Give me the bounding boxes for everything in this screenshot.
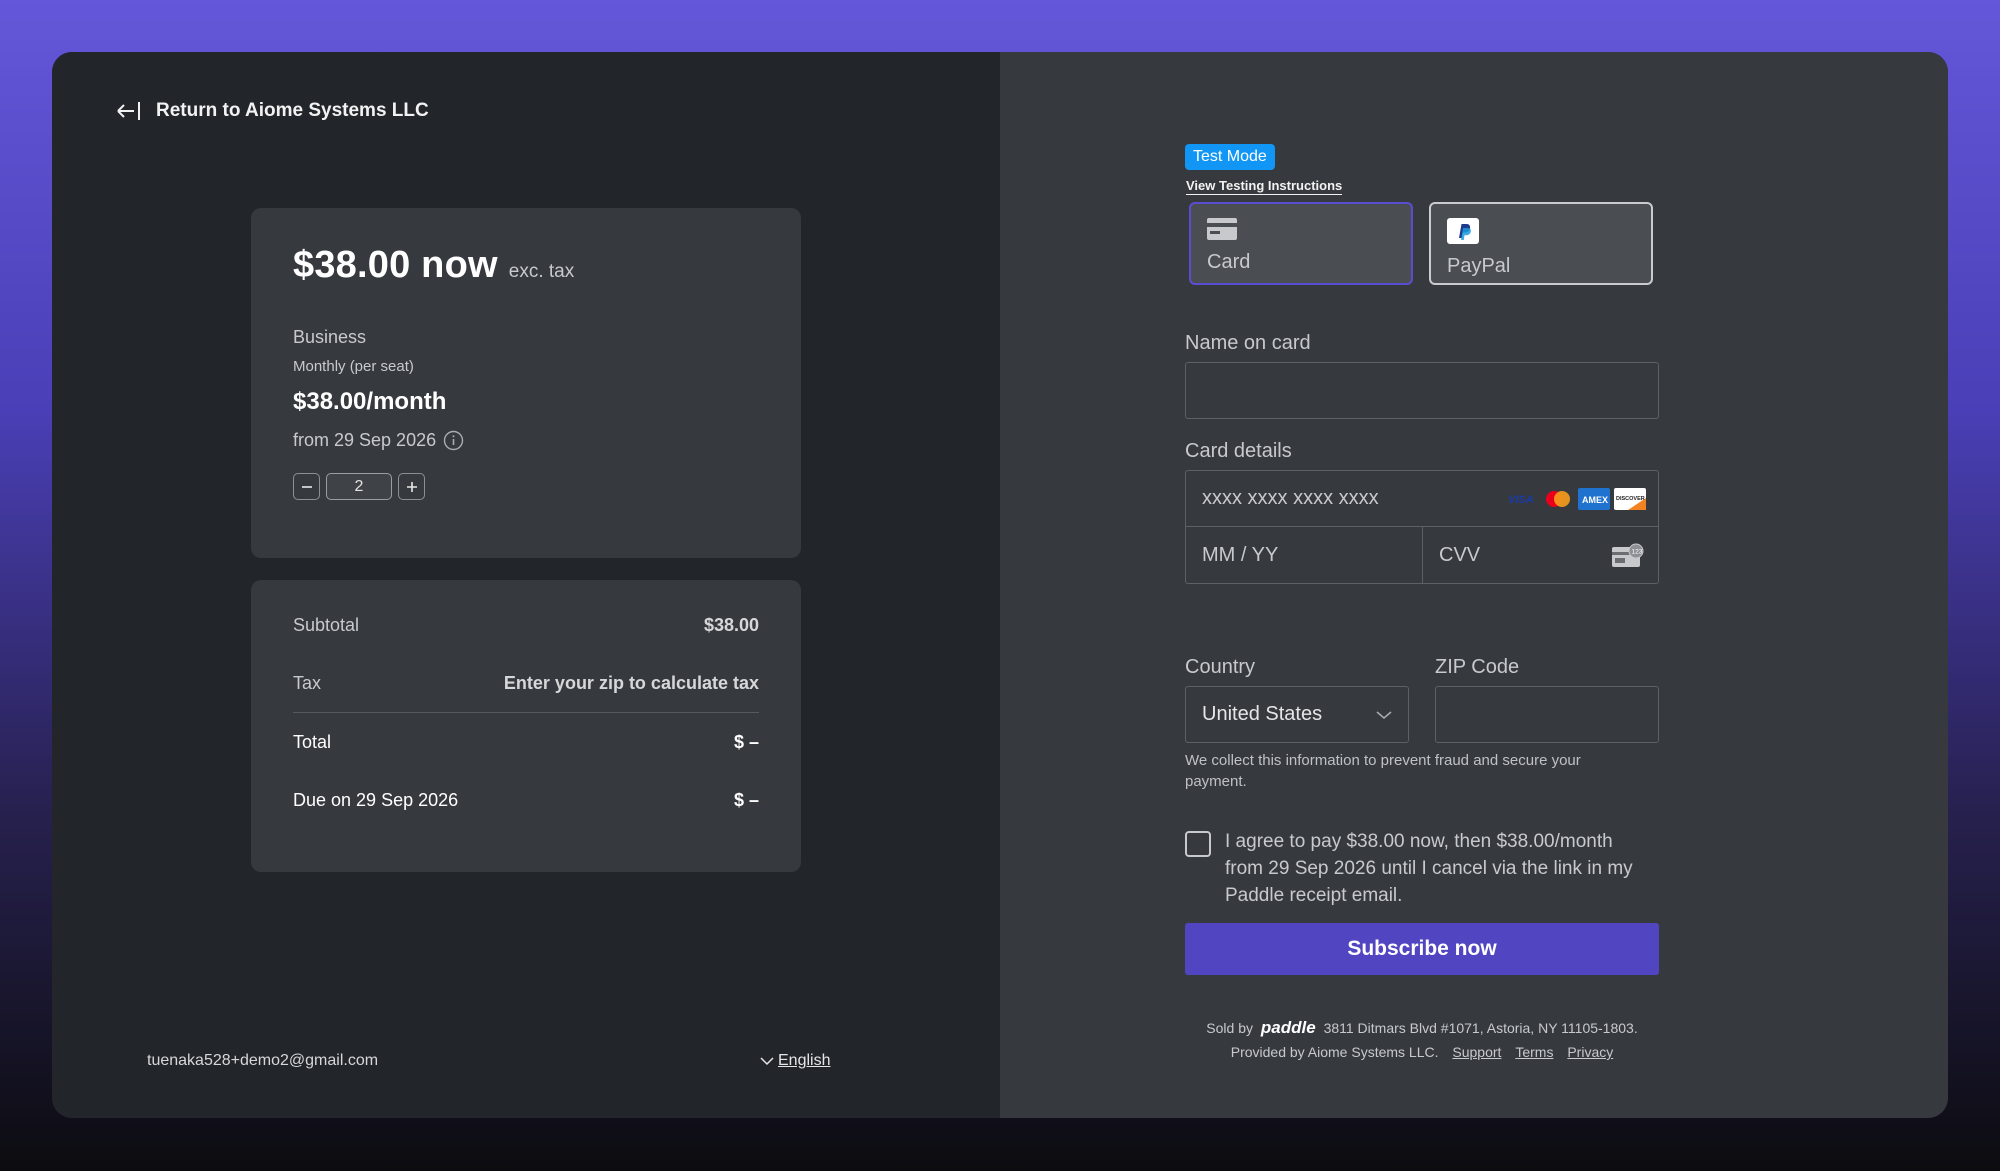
return-label: Return to Aiome Systems LLC bbox=[156, 100, 429, 121]
svg-text:DISCOVER: DISCOVER bbox=[1616, 496, 1645, 502]
amex-icon: AMEX bbox=[1578, 487, 1610, 510]
discover-icon: DISCOVER bbox=[1614, 487, 1646, 510]
fraud-note: We collect this information to prevent f… bbox=[1185, 752, 1581, 790]
seller-address: 3811 Ditmars Blvd #1071, Astoria, NY 111… bbox=[1323, 1020, 1638, 1036]
due-row: Due on 29 Sep 2026 $ – bbox=[293, 785, 759, 815]
testing-instructions-link[interactable]: View Testing Instructions bbox=[1186, 178, 1343, 195]
order-summary-pane: Return to Aiome Systems LLC $38.00 now e… bbox=[52, 52, 1000, 1118]
tax-value: Enter your zip to calculate tax bbox=[503, 672, 759, 693]
customer-email: tuenaka528+demo2@gmail.com bbox=[147, 1052, 379, 1069]
agree-checkbox[interactable] bbox=[1185, 831, 1211, 857]
expiry-input[interactable]: MM / YY bbox=[1186, 527, 1423, 584]
decrease-quantity-button[interactable] bbox=[293, 473, 320, 500]
paddle-logo: paddle bbox=[1260, 1018, 1316, 1037]
support-link[interactable]: Support bbox=[1452, 1044, 1501, 1060]
return-link[interactable]: Return to Aiome Systems LLC bbox=[116, 100, 429, 122]
credit-card-icon bbox=[1207, 218, 1237, 240]
checkout-frame: Return to Aiome Systems LLC $38.00 now e… bbox=[52, 52, 1948, 1118]
card-secondary-row: MM / YY CVV 123 bbox=[1186, 527, 1658, 584]
increase-quantity-button[interactable] bbox=[398, 473, 425, 500]
provided-by: Provided by Aiome Systems LLC. bbox=[1230, 1044, 1439, 1060]
visa-icon: VISA bbox=[1508, 494, 1534, 506]
plan-price: $38.00/month bbox=[293, 388, 447, 415]
zip-label: ZIP Code bbox=[1435, 656, 1520, 678]
due-value: $ – bbox=[733, 789, 759, 810]
expiry-placeholder: MM / YY bbox=[1202, 544, 1279, 566]
paypal-payment-option[interactable]: PayPal bbox=[1429, 202, 1653, 285]
price-line: $38.00 now exc. tax bbox=[293, 244, 759, 287]
card-brands: VISA AMEX DISCOVER bbox=[1506, 487, 1646, 510]
seller-info: Sold by paddle 3811 Ditmars Blvd #1071, … bbox=[1185, 1016, 1659, 1064]
test-mode-badge: Test Mode bbox=[1185, 144, 1275, 170]
info-icon[interactable] bbox=[443, 430, 464, 451]
total-label: Total bbox=[293, 731, 332, 752]
card-details-group: xxxx xxxx xxxx xxxx VISA AMEX DISCOVER M… bbox=[1185, 470, 1659, 584]
card-number-input[interactable]: xxxx xxxx xxxx xxxx VISA AMEX DISCOVER bbox=[1186, 471, 1658, 527]
back-arrow-icon bbox=[117, 102, 140, 120]
plan-name: Business bbox=[293, 327, 367, 347]
name-on-card-input[interactable] bbox=[1185, 362, 1659, 419]
chevron-down-icon bbox=[1376, 710, 1392, 719]
subtotal-row: Subtotal $38.00 bbox=[293, 610, 759, 640]
plus-icon bbox=[406, 481, 417, 492]
quantity-stepper bbox=[293, 473, 759, 500]
paypal-option-label: PayPal bbox=[1447, 255, 1511, 277]
card-payment-option[interactable]: Card bbox=[1189, 202, 1413, 285]
payment-pane: Test Mode View Testing Instructions Card… bbox=[1000, 52, 1948, 1118]
language-selector[interactable]: English bbox=[760, 1052, 830, 1070]
plan-from-label: from 29 Sep 2026 bbox=[293, 430, 437, 450]
quantity-input[interactable] bbox=[326, 473, 392, 500]
agreement-text: I agree to pay $38.00 now, then $38.00/m… bbox=[1225, 831, 1633, 906]
plan-start-date: from 29 Sep 2026 bbox=[293, 430, 759, 451]
minus-icon bbox=[301, 485, 312, 488]
totals-card: Subtotal $38.00 Tax Enter your zip to ca… bbox=[251, 580, 801, 872]
language-label: English bbox=[778, 1052, 831, 1069]
cvv-placeholder: CVV bbox=[1439, 544, 1481, 566]
zip-input[interactable] bbox=[1435, 686, 1659, 743]
card-details-label: Card details bbox=[1185, 440, 1292, 462]
total-value: $ – bbox=[733, 731, 759, 752]
cvv-card-icon: 123 bbox=[1612, 543, 1644, 567]
subtotal-value: $38.00 bbox=[703, 614, 759, 635]
tax-label: Tax bbox=[293, 672, 322, 693]
cvv-input[interactable]: CVV 123 bbox=[1423, 527, 1658, 584]
card-number-placeholder: xxxx xxxx xxxx xxxx bbox=[1202, 487, 1379, 509]
price-now: $38.00 now bbox=[293, 244, 498, 286]
country-value: United States bbox=[1202, 703, 1323, 725]
country-label: Country bbox=[1185, 656, 1256, 678]
sold-by-label: Sold by bbox=[1206, 1020, 1253, 1036]
paypal-icon bbox=[1447, 218, 1479, 244]
agreement-row: I agree to pay $38.00 now, then $38.00/m… bbox=[1185, 828, 1659, 909]
price-summary-card: $38.00 now exc. tax Business Monthly (pe… bbox=[251, 208, 801, 558]
card-option-label: Card bbox=[1207, 251, 1251, 273]
country-select[interactable]: United States bbox=[1185, 686, 1409, 743]
due-label: Due on 29 Sep 2026 bbox=[293, 789, 459, 810]
plan-period: Monthly (per seat) bbox=[293, 358, 414, 375]
total-row: Total $ – bbox=[293, 727, 759, 757]
svg-text:VISA: VISA bbox=[1508, 494, 1534, 506]
chevron-down-icon bbox=[760, 1057, 774, 1066]
sold-by-line: Sold by paddle 3811 Ditmars Blvd #1071, … bbox=[1185, 1016, 1659, 1040]
subtotal-label: Subtotal bbox=[293, 614, 360, 635]
name-on-card-label: Name on card bbox=[1185, 332, 1311, 354]
subscribe-button[interactable]: Subscribe now bbox=[1185, 923, 1659, 975]
privacy-link[interactable]: Privacy bbox=[1567, 1044, 1613, 1060]
totals-divider bbox=[293, 712, 759, 713]
terms-link[interactable]: Terms bbox=[1515, 1044, 1553, 1060]
price-suffix: exc. tax bbox=[508, 261, 575, 282]
svg-text:AMEX: AMEX bbox=[1582, 495, 1608, 505]
provided-by-line: Provided by Aiome Systems LLC. Support T… bbox=[1185, 1040, 1659, 1064]
svg-text:123: 123 bbox=[1632, 548, 1643, 555]
tax-row: Tax Enter your zip to calculate tax bbox=[293, 668, 759, 698]
mastercard-icon bbox=[1546, 490, 1570, 507]
